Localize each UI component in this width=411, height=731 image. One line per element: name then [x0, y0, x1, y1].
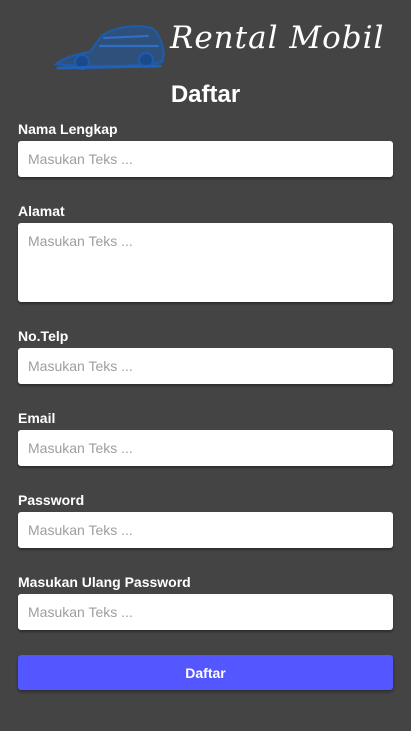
- phone-input[interactable]: [18, 348, 393, 384]
- password-input[interactable]: [18, 512, 393, 548]
- label-confirm-password: Masukan Ulang Password: [18, 574, 191, 590]
- register-screen: Rental Mobil Daftar Nama Lengkap Alamat …: [0, 0, 411, 731]
- confirm-password-input[interactable]: [18, 594, 393, 630]
- email-input[interactable]: [18, 430, 393, 466]
- car-icon: [54, 24, 166, 71]
- register-button[interactable]: Daftar: [18, 655, 393, 690]
- full-name-input[interactable]: [18, 141, 393, 177]
- label-email: Email: [18, 410, 56, 426]
- label-password: Password: [18, 492, 85, 508]
- brand-name: Rental Mobil: [170, 20, 385, 56]
- label-phone: No.Telp: [18, 328, 69, 344]
- address-input[interactable]: [18, 223, 393, 302]
- brand-logo: Rental Mobil: [54, 16, 383, 72]
- page-title: Daftar: [170, 81, 241, 108]
- label-full-name: Nama Lengkap: [18, 121, 118, 137]
- label-address: Alamat: [18, 203, 65, 219]
